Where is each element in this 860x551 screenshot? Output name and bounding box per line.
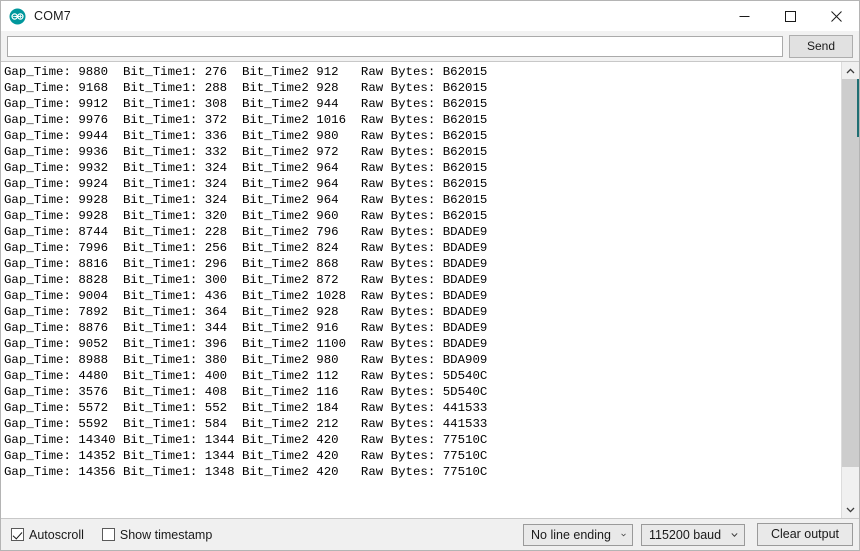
clear-output-button[interactable]: Clear output xyxy=(757,523,853,546)
console-area: Gap_Time: 9880 Bit_Time1: 276 Bit_Time2 … xyxy=(1,62,859,519)
serial-monitor-window: COM7 Send Gap_Time: 9880 Bit_Time1: 276 … xyxy=(0,0,860,551)
scroll-down-button[interactable] xyxy=(842,501,859,518)
console-line: Gap_Time: 9976 Bit_Time1: 372 Bit_Time2 … xyxy=(4,113,488,127)
send-input[interactable] xyxy=(7,35,783,57)
line-ending-select[interactable]: No line ending xyxy=(523,523,633,546)
console-line: Gap_Time: 9052 Bit_Time1: 396 Bit_Time2 … xyxy=(4,337,488,351)
scrollbar-track[interactable] xyxy=(842,79,859,501)
console-line: Gap_Time: 9944 Bit_Time1: 336 Bit_Time2 … xyxy=(4,129,488,143)
console-output[interactable]: Gap_Time: 9880 Bit_Time1: 276 Bit_Time2 … xyxy=(1,62,841,518)
window-controls xyxy=(721,1,859,31)
console-line: Gap_Time: 7996 Bit_Time1: 256 Bit_Time2 … xyxy=(4,241,488,255)
console-line: Gap_Time: 9928 Bit_Time1: 324 Bit_Time2 … xyxy=(4,193,488,207)
scrollbar-thumb[interactable] xyxy=(842,79,859,468)
window-title: COM7 xyxy=(34,8,71,23)
console-line: Gap_Time: 9880 Bit_Time1: 276 Bit_Time2 … xyxy=(4,65,488,79)
console-line: Gap_Time: 9928 Bit_Time1: 320 Bit_Time2 … xyxy=(4,209,488,223)
console-line: Gap_Time: 9004 Bit_Time1: 436 Bit_Time2 … xyxy=(4,289,488,303)
console-line: Gap_Time: 7892 Bit_Time1: 364 Bit_Time2 … xyxy=(4,305,488,319)
console-line: Gap_Time: 5592 Bit_Time1: 584 Bit_Time2 … xyxy=(4,417,488,431)
console-line: Gap_Time: 8988 Bit_Time1: 380 Bit_Time2 … xyxy=(4,353,488,367)
maximize-icon xyxy=(784,10,796,22)
arduino-logo-icon xyxy=(9,8,26,25)
console-line: Gap_Time: 4480 Bit_Time1: 400 Bit_Time2 … xyxy=(4,369,488,383)
minimize-button[interactable] xyxy=(721,1,767,31)
status-bar: Autoscroll Show timestamp No line ending… xyxy=(1,519,859,550)
vertical-scrollbar[interactable] xyxy=(841,62,859,518)
console-line: Gap_Time: 14340 Bit_Time1: 1344 Bit_Time… xyxy=(4,433,488,447)
title-bar-left: COM7 xyxy=(1,8,71,25)
console-line: Gap_Time: 8816 Bit_Time1: 296 Bit_Time2 … xyxy=(4,257,488,271)
autoscroll-label: Autoscroll xyxy=(29,527,84,542)
baud-rate-value: 115200 baud xyxy=(649,527,722,542)
chevron-down-icon xyxy=(731,532,738,537)
chevron-down-icon xyxy=(621,533,626,536)
close-button[interactable] xyxy=(813,1,859,31)
send-button[interactable]: Send xyxy=(789,34,853,58)
scrollbar-accent-edge xyxy=(857,79,859,137)
console-line: Gap_Time: 5572 Bit_Time1: 552 Bit_Time2 … xyxy=(4,401,488,415)
maximize-button[interactable] xyxy=(767,1,813,31)
send-toolbar: Send xyxy=(1,31,859,62)
show-timestamp-label: Show timestamp xyxy=(119,527,213,542)
console-line: Gap_Time: 14356 Bit_Time1: 1348 Bit_Time… xyxy=(4,465,488,479)
console-line: Gap_Time: 9936 Bit_Time1: 332 Bit_Time2 … xyxy=(4,145,488,159)
close-icon xyxy=(830,10,842,22)
autoscroll-checkbox[interactable] xyxy=(11,528,24,541)
console-line: Gap_Time: 8744 Bit_Time1: 228 Bit_Time2 … xyxy=(4,225,488,239)
minimize-icon xyxy=(739,15,749,17)
line-ending-value: No line ending xyxy=(531,527,611,542)
chevron-down-icon xyxy=(846,507,855,513)
console-line: Gap_Time: 8876 Bit_Time1: 344 Bit_Time2 … xyxy=(4,321,488,335)
scroll-up-button[interactable] xyxy=(842,62,859,79)
console-line: Gap_Time: 3576 Bit_Time1: 408 Bit_Time2 … xyxy=(4,385,488,399)
console-line: Gap_Time: 9924 Bit_Time1: 324 Bit_Time2 … xyxy=(4,177,488,191)
show-timestamp-checkbox-group[interactable]: Show timestamp xyxy=(101,527,213,542)
chevron-up-icon xyxy=(846,67,855,73)
console-line: Gap_Time: 8828 Bit_Time1: 300 Bit_Time2 … xyxy=(4,273,488,287)
console-line: Gap_Time: 14352 Bit_Time1: 1344 Bit_Time… xyxy=(4,449,488,463)
title-bar: COM7 xyxy=(1,1,859,31)
baud-rate-select[interactable]: 115200 baud xyxy=(641,523,745,546)
console-line: Gap_Time: 9932 Bit_Time1: 324 Bit_Time2 … xyxy=(4,161,488,175)
autoscroll-checkbox-group[interactable]: Autoscroll xyxy=(11,528,84,542)
console-line: Gap_Time: 9168 Bit_Time1: 288 Bit_Time2 … xyxy=(4,81,488,95)
console-line: Gap_Time: 9912 Bit_Time1: 308 Bit_Time2 … xyxy=(4,97,488,111)
show-timestamp-checkbox[interactable] xyxy=(101,528,115,541)
